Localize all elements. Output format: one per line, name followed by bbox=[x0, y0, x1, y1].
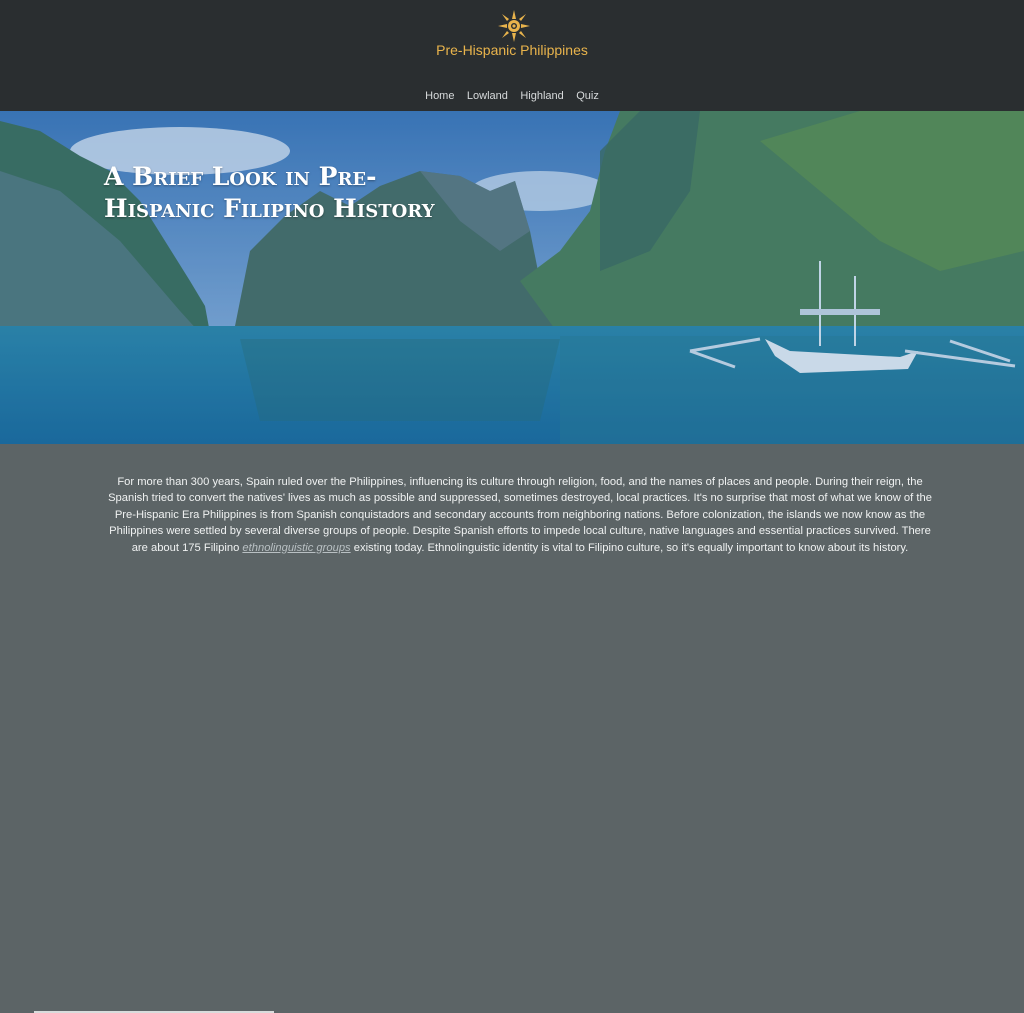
intro-section: For more than 300 years, Spain ruled ove… bbox=[0, 444, 1024, 1013]
nav-lowland[interactable]: Lowland bbox=[467, 90, 508, 102]
hero-title: A Brief Look in Pre- Hispanic Filipino H… bbox=[104, 161, 524, 225]
intro-text-after-link: existing today. Ethnolinguistic identity… bbox=[350, 541, 909, 554]
sun-icon[interactable] bbox=[498, 10, 530, 42]
site-title[interactable]: Pre-Hispanic Philippines bbox=[0, 42, 1024, 58]
nav-quiz[interactable]: Quiz bbox=[576, 90, 599, 102]
nav-highland[interactable]: Highland bbox=[520, 90, 563, 102]
hero-banner: A Brief Look in Pre- Hispanic Filipino H… bbox=[0, 111, 1024, 444]
site-header: Pre-Hispanic Philippines Home Lowland Hi… bbox=[0, 0, 1024, 111]
ethnolinguistic-groups-link[interactable]: ethnolinguistic groups bbox=[242, 542, 350, 554]
hero-title-line1: A Brief Look in Pre- bbox=[104, 162, 377, 191]
hero-title-line2: Hispanic Filipino History bbox=[104, 194, 435, 223]
nav-home[interactable]: Home bbox=[425, 90, 454, 102]
main-nav: Home Lowland Highland Quiz bbox=[0, 86, 1024, 104]
intro-paragraph: For more than 300 years, Spain ruled ove… bbox=[100, 474, 940, 556]
